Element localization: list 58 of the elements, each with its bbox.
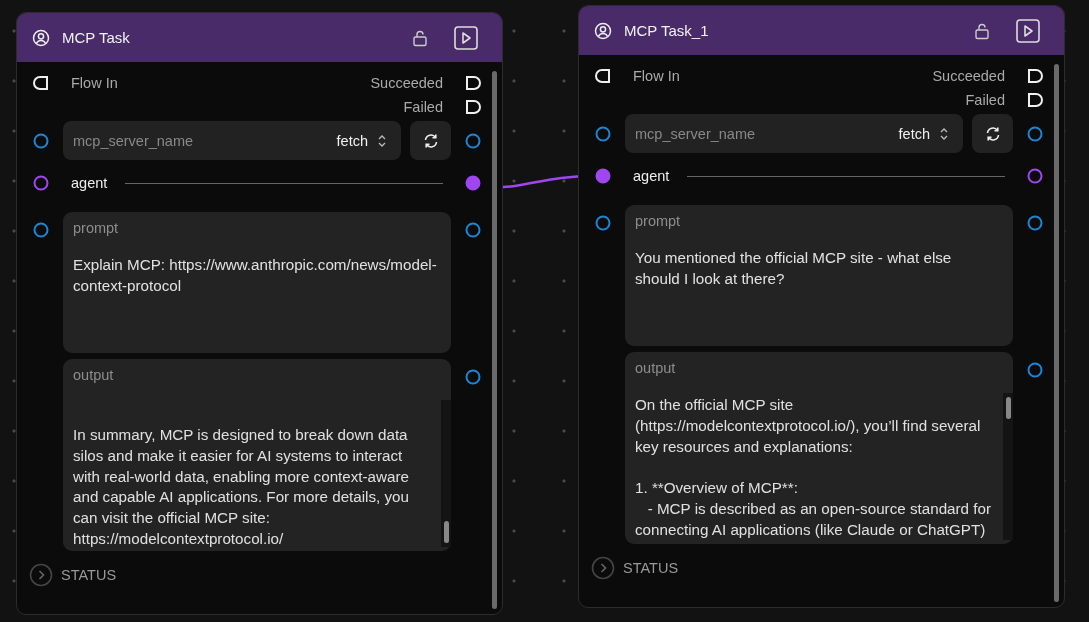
server-select[interactable]: mcp_server_name fetch xyxy=(63,121,401,160)
port-label: Failed xyxy=(965,92,1005,108)
chevron-right-icon xyxy=(591,556,615,580)
server-select[interactable]: mcp_server_name fetch xyxy=(625,114,963,153)
port-icon[interactable] xyxy=(1027,168,1043,184)
output-field: output On the official MCP site (https://modelcontextprotocol.io/), you’ll find several key resources and explanations: 1. **Overview of MCP**: - MCP is described as an open-source standard for connecting AI applications (like Claude or ChatGPT) xyxy=(625,352,1013,544)
port-icon[interactable] xyxy=(1027,362,1043,378)
port-icon[interactable] xyxy=(595,168,611,184)
chevron-updown-icon xyxy=(939,126,949,141)
status-toggle[interactable]: STATUS xyxy=(29,563,117,587)
flow-out-port-icon[interactable] xyxy=(1027,92,1043,108)
port-icon[interactable] xyxy=(595,125,611,142)
port-icon[interactable] xyxy=(595,215,611,231)
status-label: STATUS xyxy=(61,567,117,583)
port-icon[interactable] xyxy=(1027,215,1043,231)
user-icon xyxy=(32,28,50,47)
status-label: STATUS xyxy=(623,560,679,576)
scrollbar[interactable] xyxy=(1054,64,1059,602)
port-icon[interactable] xyxy=(465,222,481,238)
unlock-icon[interactable] xyxy=(412,28,428,47)
status-toggle[interactable]: STATUS xyxy=(591,556,679,580)
port-icon[interactable] xyxy=(465,369,481,385)
chevron-updown-icon xyxy=(377,133,387,148)
port-icon[interactable] xyxy=(33,175,49,191)
port-icon[interactable] xyxy=(33,132,49,149)
flow-in-port-icon[interactable] xyxy=(33,75,49,91)
port-icon[interactable] xyxy=(465,175,481,191)
flow-out-port-icon[interactable] xyxy=(465,99,481,115)
port-label: Failed xyxy=(403,99,443,115)
scrollbar[interactable] xyxy=(441,400,451,547)
user-icon xyxy=(594,21,612,40)
node-title: MCP Task xyxy=(62,29,130,46)
output-text: On the official MCP site (https://modelcontextprotocol.io/), you’ll find several key resources and explanations: 1. **Overview of MCP**: - MCP is described as an open-source standard for connecting AI applications (like Claude or ChatGPT) xyxy=(635,395,992,540)
port-icon[interactable] xyxy=(1027,125,1043,142)
flow-out-port-icon[interactable] xyxy=(465,75,481,91)
port-label: Succeeded xyxy=(370,75,443,91)
port-icon[interactable] xyxy=(465,132,481,149)
chevron-right-icon xyxy=(29,563,53,587)
refresh-button[interactable] xyxy=(410,121,451,160)
unlock-icon[interactable] xyxy=(974,21,990,40)
flow-out-port-icon[interactable] xyxy=(1027,68,1043,84)
port-label: Flow In xyxy=(71,75,118,91)
port-label: agent xyxy=(71,175,108,191)
output-text: In summary, MCP is designed to break down data silos and make it easier for AI systems to interact with real-world data, enabling more context-aware and capable AI applications. For more details, you can visit the official MCP site: https://modelcontextprotocol.io/ xyxy=(73,425,410,549)
port-label: Succeeded xyxy=(932,68,1005,84)
output-field: output In summary, MCP is designed to break down data silos and make it easier for AI systems to interact with real-world data, enabling more context-aware and capable AI applications. For more details, you can visit the official MCP site: https://modelcontextprotocol.io/ xyxy=(63,359,451,551)
run-button[interactable] xyxy=(1016,18,1040,43)
port-icon[interactable] xyxy=(33,222,49,238)
scrollbar[interactable] xyxy=(1003,393,1013,540)
prompt-field[interactable]: prompt Explain MCP: https://www.anthropic.com/news/model-context-protocol xyxy=(63,212,451,353)
port-label: agent xyxy=(633,168,670,184)
port-label: Flow In xyxy=(633,68,680,84)
scrollbar[interactable] xyxy=(492,71,497,609)
node-title: MCP Task_1 xyxy=(624,22,709,39)
refresh-button[interactable] xyxy=(972,114,1013,153)
flow-in-port-icon[interactable] xyxy=(595,68,611,84)
run-button[interactable] xyxy=(454,25,478,50)
prompt-field[interactable]: prompt You mentioned the official MCP site - what else should I look at there? xyxy=(625,205,1013,346)
